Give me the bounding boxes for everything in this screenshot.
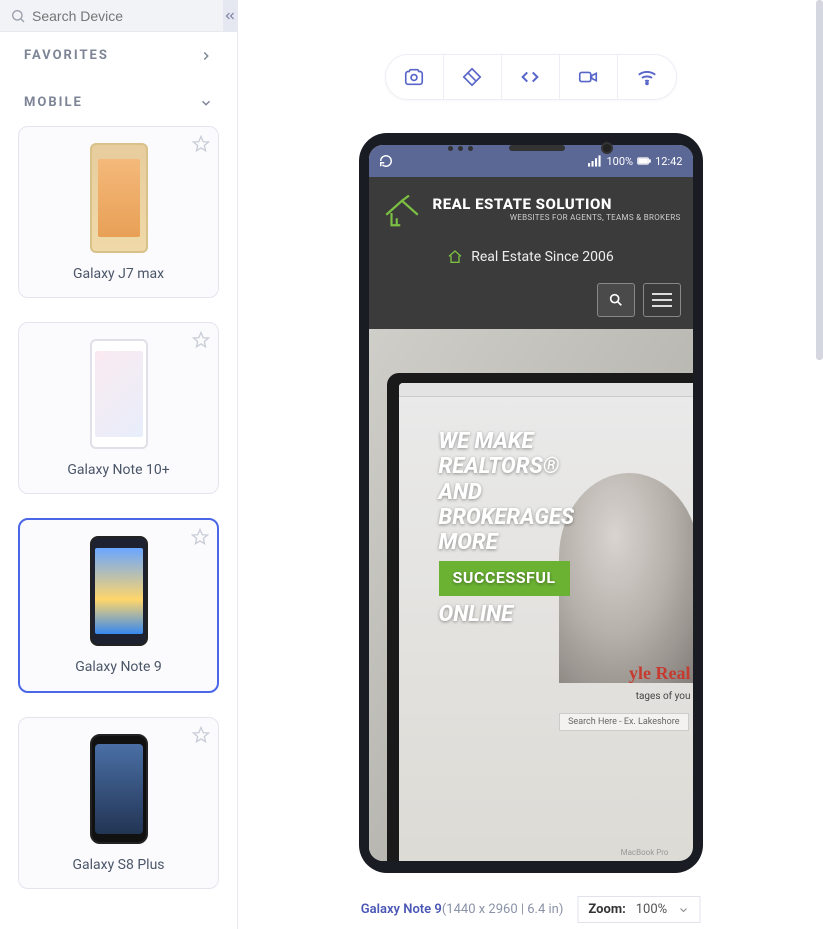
- hero-line: AND: [439, 480, 575, 505]
- device-name-label: Galaxy Note 10+: [67, 461, 169, 479]
- hero-line: ONLINE: [439, 602, 575, 627]
- video-button[interactable]: [560, 55, 618, 99]
- home-icon: [447, 249, 463, 265]
- device-list[interactable]: Galaxy J7 max Galaxy Note 10+ Galaxy Not…: [0, 126, 237, 929]
- collapse-sidebar-button[interactable]: [223, 0, 237, 32]
- device-thumbnail: [90, 143, 148, 253]
- search-input[interactable]: [32, 8, 213, 24]
- laptop-label: MacBook Pro: [621, 848, 669, 857]
- hamburger-menu-button[interactable]: [643, 283, 681, 317]
- favorites-label: FAVORITES: [24, 48, 109, 63]
- header-controls: [381, 283, 681, 317]
- hero-line: MORE: [439, 530, 575, 555]
- hero-line: REALTORS®: [439, 454, 575, 479]
- logo-row: REAL ESTATE SOLUTION WEBSITES FOR AGENTS…: [381, 195, 681, 231]
- house-logo-icon: [381, 195, 423, 231]
- favorites-section-header[interactable]: FAVORITES: [0, 32, 237, 79]
- sidebar: FAVORITES MOBILE Galaxy J7 max Galaxy No…: [0, 0, 238, 929]
- side-brand-text: yle Real: [629, 663, 690, 684]
- favorite-star-icon[interactable]: [192, 135, 210, 153]
- chevron-right-icon: [199, 49, 213, 63]
- search-hint-field: Search Here - Ex. Lakeshore: [559, 713, 688, 731]
- phone-sensors: [359, 133, 703, 163]
- favorite-star-icon[interactable]: [191, 528, 209, 546]
- chevron-down-icon: [677, 904, 689, 916]
- hero-text: WE MAKE REALTORS® AND BROKERAGES MORE SU…: [439, 429, 575, 627]
- search-box[interactable]: [0, 0, 223, 31]
- phone-frame: 100% 12:42 REAL ESTATE SOLUTION WEBSITES…: [359, 133, 703, 873]
- video-icon: [577, 66, 599, 88]
- device-name-label: Galaxy Note 9: [75, 658, 162, 676]
- device-card[interactable]: Galaxy J7 max: [18, 126, 219, 298]
- device-card[interactable]: Galaxy Note 10+: [18, 322, 219, 494]
- favorite-star-icon[interactable]: [192, 726, 210, 744]
- magnify-icon: [608, 292, 624, 308]
- main-area: 100% 12:42 REAL ESTATE SOLUTION WEBSITES…: [238, 0, 823, 929]
- person-photo: [559, 473, 693, 683]
- zoom-label: Zoom:: [588, 902, 625, 917]
- hamburger-line: [652, 293, 672, 295]
- scrollbar[interactable]: [816, 0, 823, 929]
- devtools-button[interactable]: [502, 55, 560, 99]
- wifi-icon: [636, 66, 658, 88]
- rotate-button[interactable]: [444, 55, 502, 99]
- search-icon: [10, 8, 26, 24]
- mobile-section-header[interactable]: MOBILE: [0, 79, 237, 126]
- device-name-label: Galaxy J7 max: [73, 265, 164, 283]
- rotate-icon: [461, 66, 483, 88]
- code-icon: [519, 66, 541, 88]
- zoom-selector[interactable]: Zoom: 100%: [577, 896, 700, 923]
- footer-device-dims: (1440 x 2960 | 6.4 in): [442, 902, 564, 917]
- hero-badge: SUCCESSFUL: [439, 561, 570, 595]
- screenshot-button[interactable]: [386, 55, 444, 99]
- device-toolbar: [385, 54, 677, 100]
- wifi-button[interactable]: [618, 55, 676, 99]
- hamburger-line: [652, 305, 672, 307]
- hamburger-line: [652, 299, 672, 301]
- device-name-label: Galaxy S8 Plus: [72, 856, 164, 874]
- brand-subtitle: WEBSITES FOR AGENTS, TEAMS & BROKERS: [433, 213, 681, 222]
- hero-line: WE MAKE: [439, 429, 575, 454]
- device-thumbnail: [90, 734, 148, 844]
- phone-screen[interactable]: 100% 12:42 REAL ESTATE SOLUTION WEBSITES…: [369, 145, 693, 861]
- favorite-star-icon[interactable]: [192, 331, 210, 349]
- site-header: REAL ESTATE SOLUTION WEBSITES FOR AGENTS…: [369, 177, 693, 329]
- chevron-double-left-icon: [223, 9, 237, 23]
- zoom-value: 100%: [636, 902, 667, 917]
- tagline-row: Real Estate Since 2006: [381, 249, 681, 265]
- footer-device-name: Galaxy Note 9: [361, 902, 442, 917]
- camera-icon: [403, 66, 425, 88]
- site-search-button[interactable]: [597, 283, 635, 317]
- mobile-label: MOBILE: [24, 95, 83, 110]
- brand-title: REAL ESTATE SOLUTION: [433, 195, 681, 213]
- chevron-down-icon: [199, 96, 213, 110]
- device-thumbnail: [90, 536, 148, 646]
- hero-section: yle Real tages of you Search Here - Ex. …: [369, 329, 693, 861]
- hero-line: BROKERAGES: [439, 505, 575, 530]
- search-row: [0, 0, 237, 32]
- device-thumbnail: [90, 339, 148, 449]
- tagline-text: Real Estate Since 2006: [471, 249, 614, 265]
- device-card[interactable]: Galaxy Note 9: [18, 518, 219, 692]
- footer-info: Galaxy Note 9(1440 x 2960 | 6.4 in) Zoom…: [238, 896, 823, 923]
- side-sub-text: tages of you: [636, 691, 691, 702]
- device-card[interactable]: Galaxy S8 Plus: [18, 717, 219, 889]
